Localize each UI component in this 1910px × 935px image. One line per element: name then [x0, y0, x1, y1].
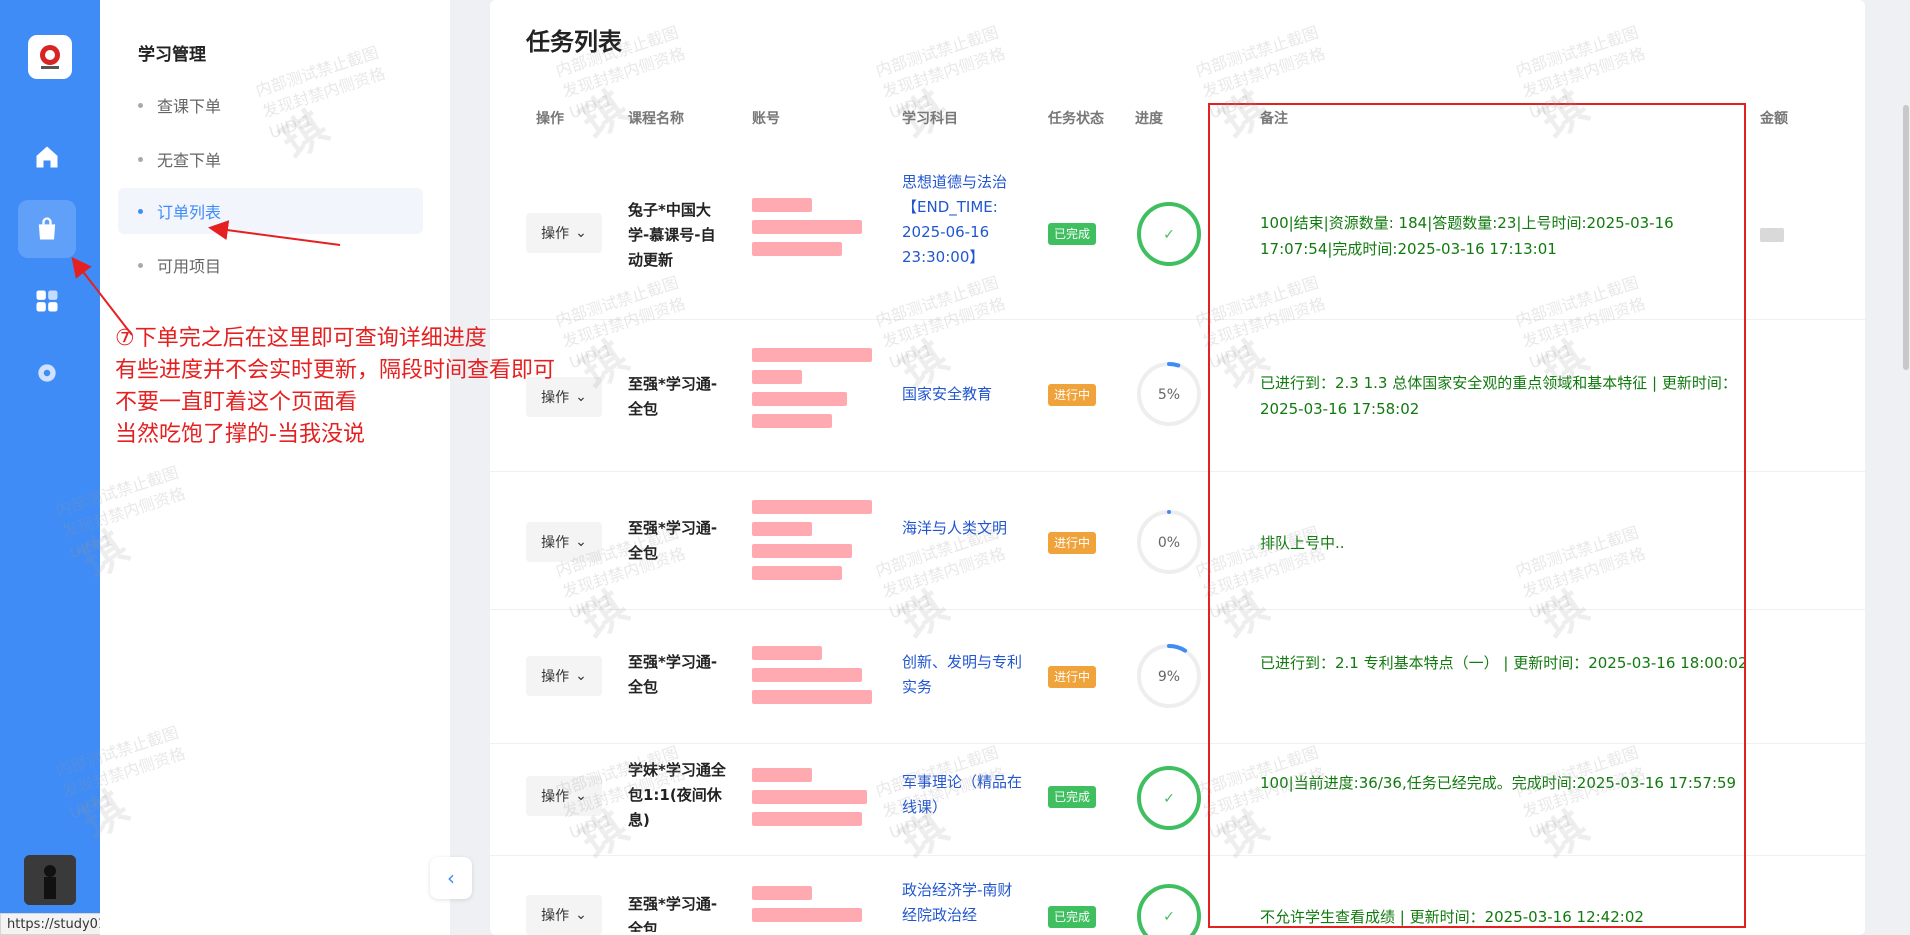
- annotation-arrows: [71, 220, 341, 336]
- arrow-to-rail: [71, 256, 133, 336]
- arrow-to-menu: [208, 220, 341, 246]
